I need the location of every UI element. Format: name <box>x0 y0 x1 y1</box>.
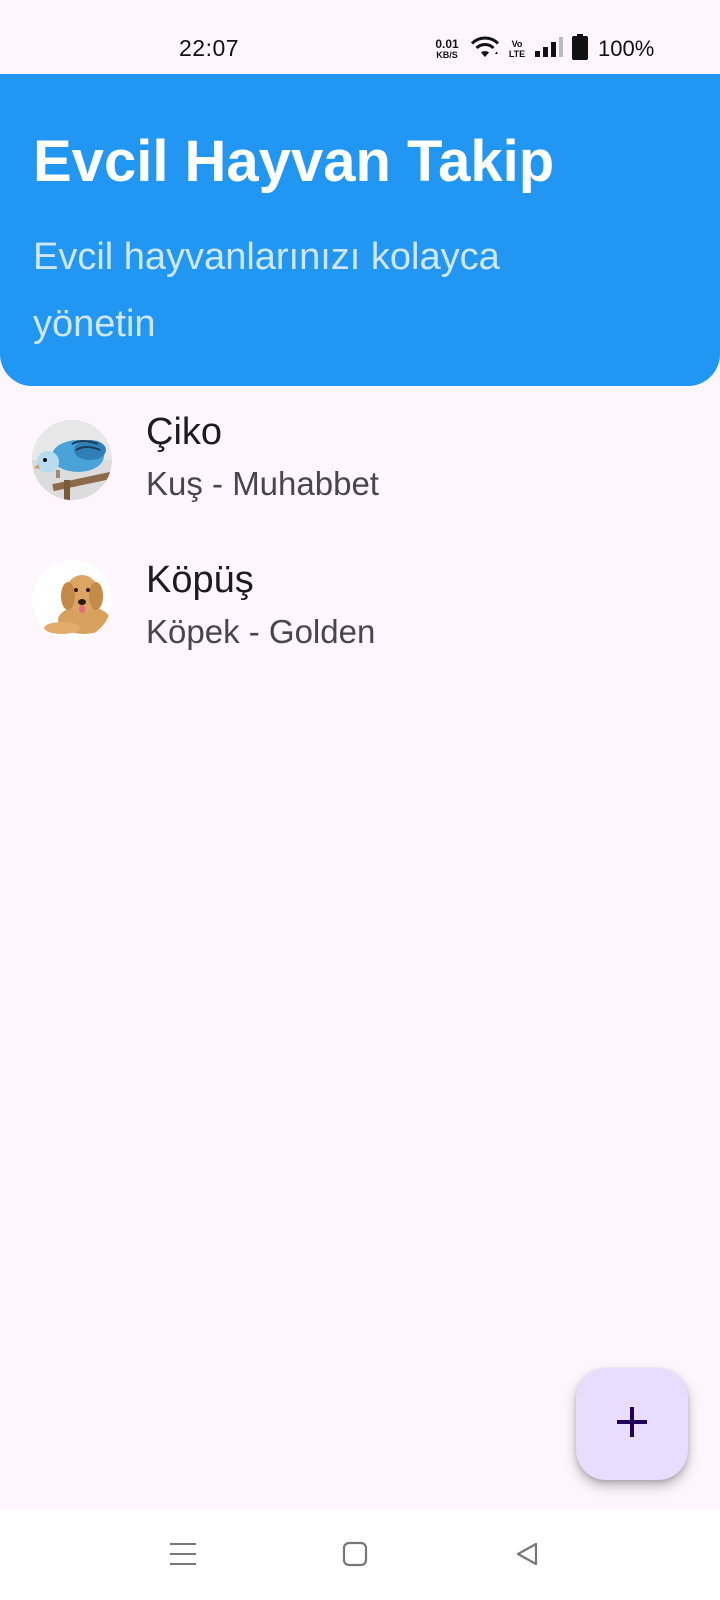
status-icons: 0.01 KB/S Vo LTE 100% <box>432 33 655 65</box>
back-triangle-icon[interactable] <box>507 1534 547 1574</box>
pet-list-item[interactable]: Çiko Kuş - Muhabbet <box>0 410 720 530</box>
network-speed-value: 0.01 <box>435 37 459 51</box>
pet-name: Köpüş <box>146 559 254 601</box>
menu-icon[interactable] <box>163 1534 203 1574</box>
app-header: Evcil Hayvan Takip Evcil hayvanlarınızı … <box>0 74 720 386</box>
app-title: Evcil Hayvan Takip <box>33 129 555 194</box>
pet-list-item[interactable]: Köpüş Köpek - Golden <box>0 558 720 678</box>
status-bar: 22:07 0.01 KB/S Vo LTE 100% <box>0 0 720 74</box>
signal-icon <box>534 36 564 63</box>
pet-avatar-budgie <box>32 420 112 500</box>
pet-tracker-screen: 22:07 0.01 KB/S Vo LTE 100% Evcil Hayvan… <box>0 0 720 1600</box>
battery-percent: 100% <box>598 36 655 61</box>
volte-indicator: Vo LTE <box>508 39 526 59</box>
volte-top: Vo <box>511 39 523 49</box>
pet-detail: Köpek - Golden <box>146 613 376 650</box>
plus-icon <box>614 1404 650 1445</box>
app-subtitle: Evcil hayvanlarınızı kolayca yönetin <box>33 236 500 345</box>
pet-name: Çiko <box>146 411 223 453</box>
system-navigation-bar <box>0 1510 720 1600</box>
wifi-icon <box>470 35 500 64</box>
network-speed-unit: KB/S <box>436 50 458 60</box>
home-square-icon[interactable] <box>335 1534 375 1574</box>
battery-icon <box>572 33 588 65</box>
pet-avatar-dog <box>32 560 112 640</box>
network-speed: 0.01 KB/S <box>432 38 462 60</box>
status-time: 22:07 <box>179 35 240 61</box>
add-pet-button[interactable] <box>576 1368 688 1480</box>
volte-bottom: LTE <box>508 49 526 59</box>
pet-detail: Kuş - Muhabbet <box>146 465 379 502</box>
